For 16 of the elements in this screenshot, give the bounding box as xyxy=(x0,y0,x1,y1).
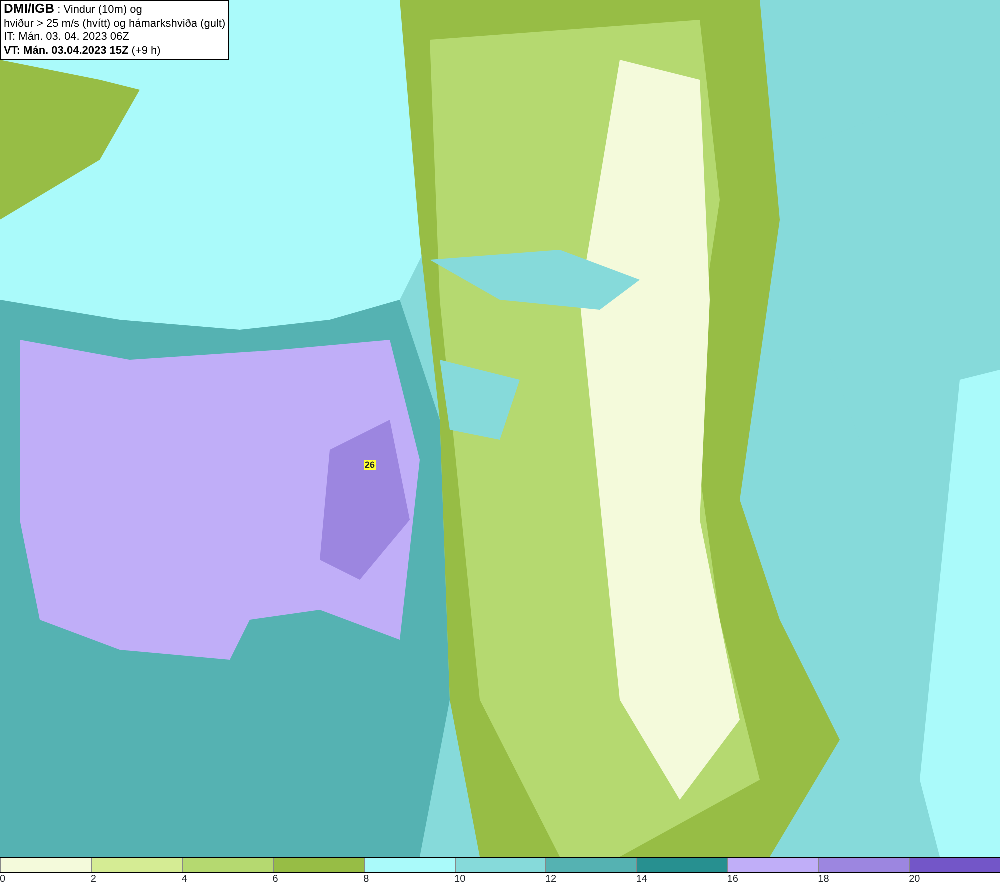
legend-label: 18 xyxy=(818,874,830,885)
title-line: hviður > 25 m/s (hvítt) og hámarkshviða (gult) xyxy=(4,18,225,31)
legend-label: 16 xyxy=(727,874,738,885)
legend-label: 2 xyxy=(90,874,96,885)
legend-label: 10 xyxy=(454,874,466,885)
gust-label: 26 xyxy=(364,460,376,470)
title-line: VT: Mán. 03.04.2023 15Z (+9 h) xyxy=(4,44,162,58)
legend-label: 12 xyxy=(545,874,557,885)
legend-label: 0 xyxy=(0,874,6,885)
legend-label: 14 xyxy=(636,874,648,885)
title-line: IT: Mán. 03. 04. 2023 06Z xyxy=(4,31,130,44)
legend-label: 8 xyxy=(364,874,370,885)
legend-label: 20 xyxy=(909,874,920,885)
title-line: DMI/IGB : Vindur (10m) og xyxy=(4,2,144,18)
legend-label: 4 xyxy=(182,874,188,885)
legend-label: 6 xyxy=(272,874,278,885)
